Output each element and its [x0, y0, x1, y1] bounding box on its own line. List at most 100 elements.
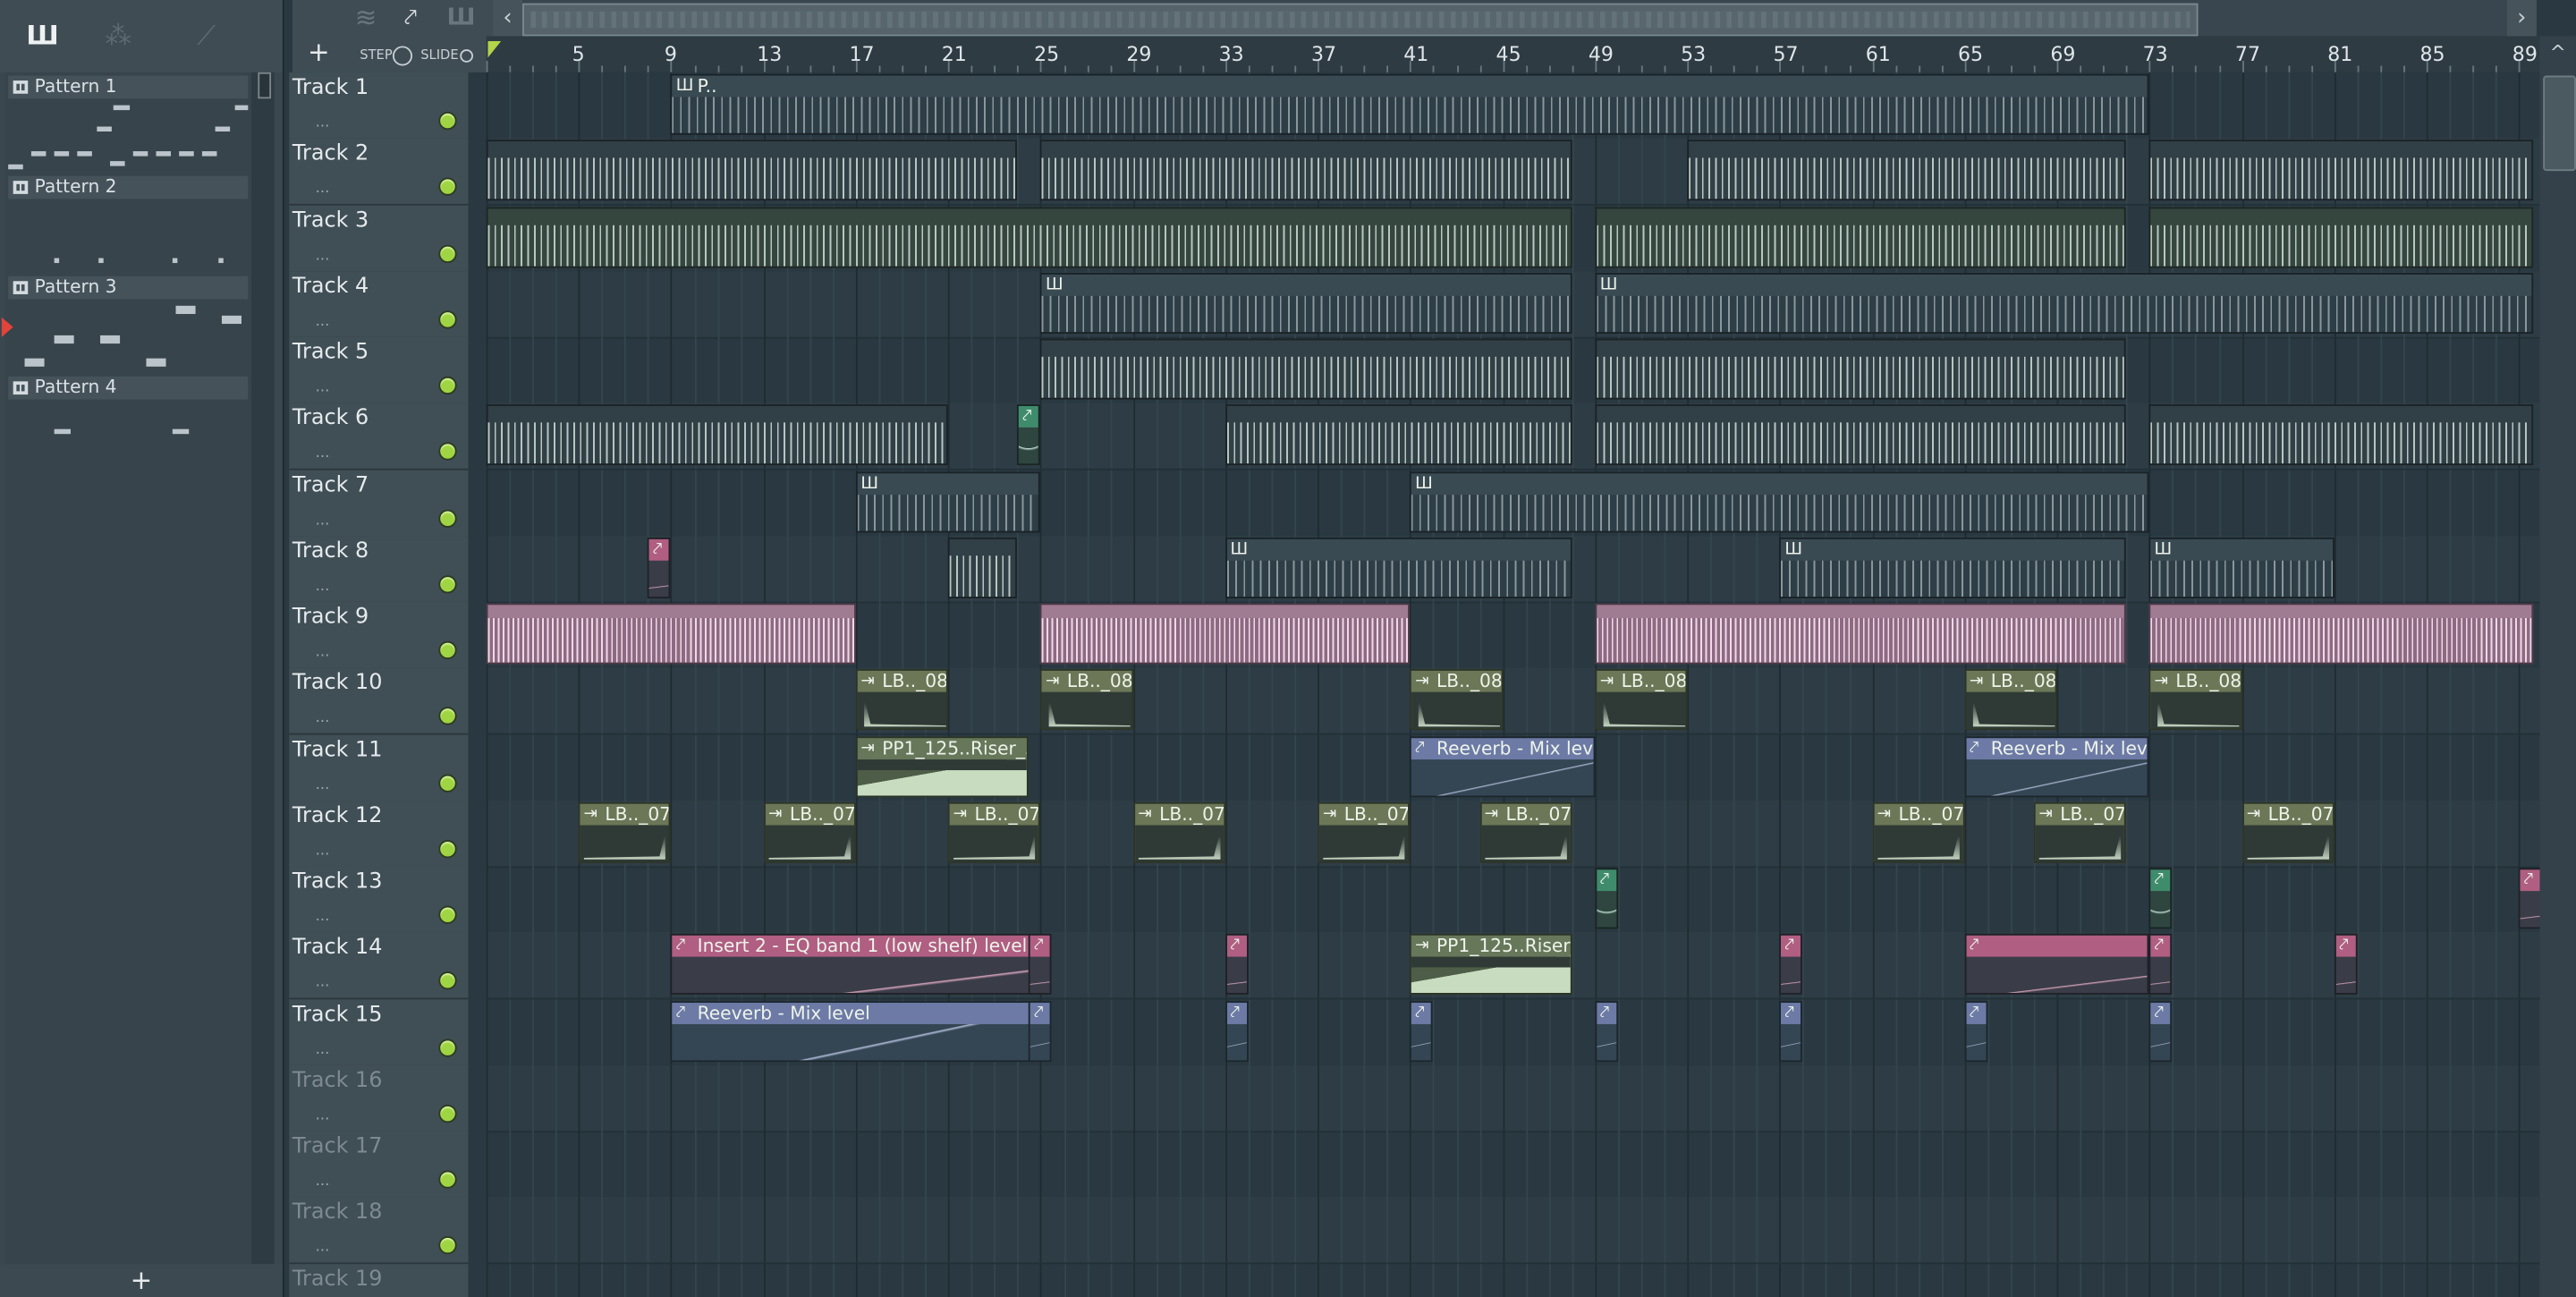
- track-mute-button[interactable]: [438, 839, 457, 858]
- track-lane[interactable]: [486, 1263, 2540, 1297]
- playlist-clip[interactable]: [2148, 140, 2533, 201]
- track-header[interactable]: Track 18...: [289, 1197, 469, 1265]
- playlist-clip[interactable]: ⇥ LB.._08: [2148, 669, 2242, 731]
- track-mute-button[interactable]: [438, 905, 457, 924]
- track-header[interactable]: Track 7...: [289, 469, 469, 538]
- playlist-clip[interactable]: ⇥ LB.._07: [1479, 801, 1572, 863]
- track-mute-button[interactable]: [438, 971, 457, 990]
- playlist-clip[interactable]: [1595, 603, 2127, 665]
- playlist-clip[interactable]: ⇥ LB.._07: [948, 801, 1041, 863]
- playlist-clip[interactable]: ⇥ LB.._08: [1595, 669, 1688, 731]
- automation-clip[interactable]: ⤤: [1964, 1000, 1988, 1062]
- track-lane[interactable]: [486, 866, 2540, 934]
- track-menu-dots[interactable]: ...: [316, 115, 330, 131]
- track-menu-dots[interactable]: ...: [316, 1107, 330, 1123]
- playlist-clip[interactable]: Ш: [2148, 537, 2334, 598]
- automation-clip[interactable]: ⤤: [1225, 1000, 1249, 1062]
- track-mute-button[interactable]: [438, 1104, 457, 1123]
- playlist-clip[interactable]: ⇥ PP1_125..Riser_3: [855, 735, 1030, 797]
- track-menu-dots[interactable]: ...: [316, 248, 330, 264]
- automation-clip[interactable]: ⤤: [2148, 934, 2173, 996]
- add-track-button[interactable]: +: [297, 36, 340, 69]
- track-menu-dots[interactable]: ...: [316, 182, 330, 198]
- track-header[interactable]: Track 9...: [289, 601, 469, 669]
- track-lane[interactable]: [486, 1131, 2540, 1199]
- playlist-clip[interactable]: [2148, 206, 2533, 267]
- piano-roll-icon[interactable]: Ш: [26, 22, 58, 49]
- track-header[interactable]: Track 6...: [289, 403, 469, 471]
- track-mute-button[interactable]: [438, 707, 457, 725]
- track-mute-button[interactable]: [438, 111, 457, 131]
- track-header[interactable]: Track 11...: [289, 733, 469, 801]
- automation-clip[interactable]: ⤤: [648, 537, 672, 598]
- track-mute-button[interactable]: [438, 640, 457, 659]
- playlist-clip[interactable]: ⇥ LB.._08: [855, 669, 949, 731]
- playlist-grid[interactable]: Ш P.. Ш Ш Ш Ш Ш Ш Ш ⇥ LB.._08 ⇥ LB.._08 ⇥ LB.._08 ⇥ LB..…: [486, 72, 2540, 1297]
- pattern-item-2[interactable]: Pattern 2: [5, 173, 252, 273]
- playlist-clip[interactable]: ⇥ LB.._07: [763, 801, 856, 863]
- track-header[interactable]: Track 8...: [289, 535, 469, 604]
- automation-clip[interactable]: ⤤: [1595, 868, 1618, 929]
- vertical-scrollbar[interactable]: ^: [2539, 36, 2576, 1297]
- picker-scrollbar[interactable]: [251, 72, 275, 1265]
- playlist-clip[interactable]: [1040, 140, 1572, 201]
- track-menu-dots[interactable]: ...: [316, 380, 330, 396]
- pattern-tool-icon[interactable]: Ш: [447, 6, 476, 30]
- automation-icon[interactable]: ⟋: [197, 22, 216, 49]
- song-position-marker[interactable]: [487, 40, 502, 58]
- playlist-clip[interactable]: [1595, 206, 2127, 267]
- track-menu-dots[interactable]: ...: [316, 314, 330, 330]
- playlist-clip[interactable]: [1595, 338, 2127, 400]
- track-menu-dots[interactable]: ...: [316, 843, 330, 859]
- automation-clip[interactable]: ⤤: [1779, 1000, 1803, 1062]
- playlist-clip[interactable]: ⇥ LB.._07: [1318, 801, 1411, 863]
- track-header[interactable]: Track 19...: [289, 1263, 469, 1297]
- playlist-clip[interactable]: Ш: [1595, 272, 2533, 334]
- waveform-icon[interactable]: ⁂: [106, 22, 131, 49]
- track-menu-dots[interactable]: ...: [316, 710, 330, 726]
- pattern-item-4[interactable]: Pattern 4: [5, 373, 252, 473]
- track-header[interactable]: Track 10...: [289, 667, 469, 735]
- scroll-right-button[interactable]: ›: [2506, 0, 2537, 37]
- playlist-clip[interactable]: ⇥ LB.._08: [1964, 669, 2057, 731]
- playlist-clip[interactable]: [2148, 404, 2533, 466]
- overview-range-handle[interactable]: [522, 3, 2199, 37]
- track-header[interactable]: Track 5...: [289, 336, 469, 405]
- automation-clip[interactable]: ⤤: [1225, 934, 1249, 996]
- playlist-clip[interactable]: ⇥ LB.._07: [1872, 801, 1965, 863]
- track-mute-button[interactable]: [438, 309, 457, 329]
- playlist-clip[interactable]: ⇥ PP1_125..Riser_3: [1410, 934, 1572, 996]
- playlist-clip[interactable]: [1225, 404, 1572, 466]
- track-mute-button[interactable]: [438, 177, 457, 197]
- playlist-overview-scrollbar[interactable]: ‹ ›: [493, 0, 2537, 37]
- track-mute-button[interactable]: [438, 1170, 457, 1189]
- automation-clip[interactable]: ⤤: [2148, 1000, 2173, 1062]
- automation-clip[interactable]: ⤤: [1029, 1000, 1053, 1062]
- waveform-tool-icon[interactable]: ≋: [355, 4, 377, 30]
- track-header[interactable]: Track 13...: [289, 866, 469, 934]
- track-menu-dots[interactable]: ...: [316, 1240, 330, 1256]
- track-mute-button[interactable]: [438, 376, 457, 395]
- playlist-clip[interactable]: ⇥ LB.._07: [2241, 801, 2334, 863]
- track-menu-dots[interactable]: ...: [316, 975, 330, 991]
- automation-clip[interactable]: ⤤: [2148, 868, 2173, 929]
- automation-tool-icon[interactable]: ⤤: [404, 6, 417, 30]
- scroll-left-button[interactable]: ‹: [493, 0, 523, 37]
- track-header[interactable]: Track 16...: [289, 1064, 469, 1132]
- playlist-clip[interactable]: ⤤ Reeverb - Mix level: [671, 1000, 1041, 1062]
- scroll-up-button[interactable]: ^: [2540, 36, 2576, 69]
- track-mute-button[interactable]: [438, 243, 457, 263]
- vertical-scroll-thumb[interactable]: [2543, 75, 2576, 172]
- step-toggle[interactable]: [392, 46, 413, 66]
- track-menu-dots[interactable]: ...: [316, 512, 330, 528]
- track-menu-dots[interactable]: ...: [316, 1041, 330, 1057]
- pattern-item-3[interactable]: Pattern 3: [5, 273, 252, 373]
- pattern-item-1[interactable]: Pattern 1: [5, 72, 252, 173]
- track-menu-dots[interactable]: ...: [316, 446, 330, 462]
- track-header[interactable]: Track 4...: [289, 270, 469, 339]
- playlist-clip[interactable]: [1595, 404, 2127, 466]
- playlist-clip[interactable]: ⤤ Reeverb - Mix level: [1964, 735, 2149, 797]
- track-header[interactable]: Track 14...: [289, 932, 469, 1000]
- playlist-clip[interactable]: Ш: [855, 470, 1041, 532]
- track-lane[interactable]: [486, 1064, 2540, 1132]
